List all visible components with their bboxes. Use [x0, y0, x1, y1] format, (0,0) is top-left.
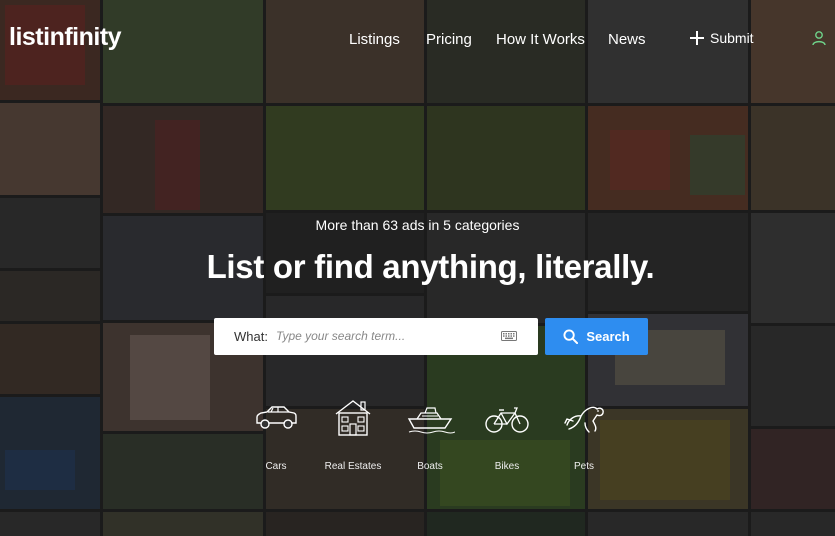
- keyboard-icon[interactable]: [501, 331, 517, 341]
- submit-button[interactable]: Submit: [690, 30, 754, 46]
- category-label: Real Estates: [324, 461, 382, 472]
- submit-label: Submit: [710, 30, 754, 46]
- nav-item-how-it-works[interactable]: How It Works: [496, 31, 585, 48]
- nav-item-news[interactable]: News: [608, 31, 646, 48]
- search-button[interactable]: Search: [545, 318, 648, 355]
- bike-icon: [485, 407, 529, 433]
- nav-item-pricing[interactable]: Pricing: [426, 31, 472, 48]
- hero-tagline: More than 63 ads in 5 categories: [315, 217, 520, 233]
- house-icon: [335, 400, 371, 436]
- category-label: Cars: [265, 461, 287, 472]
- search-input[interactable]: [276, 326, 494, 346]
- hero-headline: List or find anything, literally.: [206, 248, 655, 285]
- plus-icon: [690, 31, 704, 45]
- category-real-estates[interactable]: Real Estates: [313, 397, 393, 472]
- category-cars[interactable]: Cars: [236, 397, 316, 472]
- pet-icon: [564, 406, 604, 433]
- what-label: What:: [234, 329, 268, 344]
- nav-item-listings[interactable]: Listings: [349, 31, 400, 48]
- category-label: Boats: [417, 461, 443, 472]
- category-pets[interactable]: Pets: [544, 397, 624, 472]
- search-box: What:: [214, 318, 538, 355]
- category-label: Bikes: [494, 461, 520, 472]
- boat-icon: [407, 407, 455, 434]
- car-icon: [256, 406, 297, 429]
- user-icon[interactable]: [811, 30, 827, 46]
- category-boats[interactable]: Boats: [390, 397, 470, 472]
- category-label: Pets: [573, 461, 594, 472]
- site-logo[interactable]: listinfinity: [9, 23, 122, 52]
- category-bikes[interactable]: Bikes: [467, 397, 547, 472]
- magnifier-icon: [563, 329, 579, 344]
- search-button-label: Search: [586, 329, 630, 344]
